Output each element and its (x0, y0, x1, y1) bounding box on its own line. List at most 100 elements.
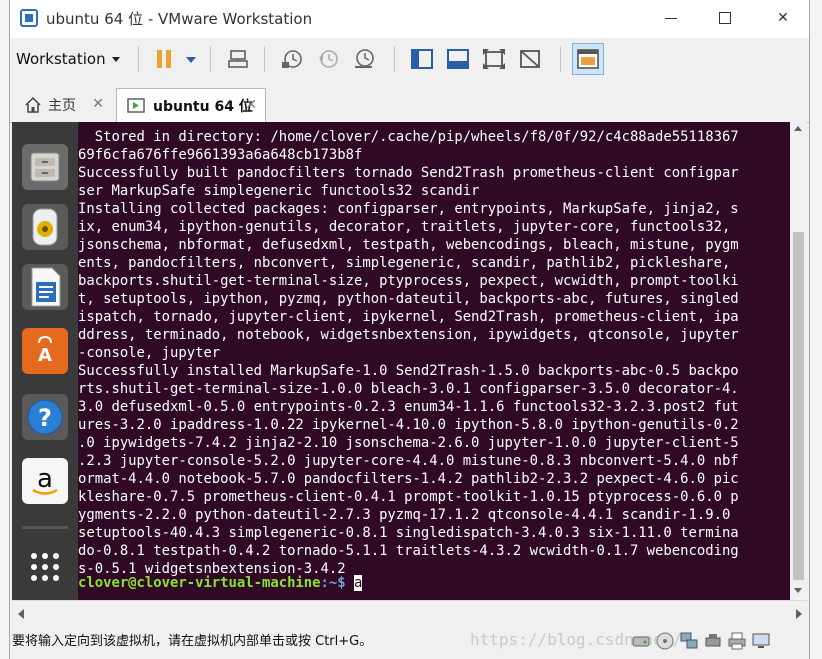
terminal-line: ures-3.2.0 ipaddress-1.0.22 ipykernel-4.… (78, 417, 739, 433)
terminal-line: ddress, terminado, notebook, widgetsnbex… (78, 327, 739, 343)
network-adapter-icon[interactable] (680, 632, 698, 650)
close-button[interactable]: ✕ (760, 0, 806, 36)
terminal-line: ents, pandocfilters, nbconvert, simplege… (78, 255, 739, 271)
toolbar-divider (138, 46, 139, 72)
maximize-icon (719, 12, 731, 24)
title-bar[interactable]: ubuntu 64 位 - VMware Workstation ✕ (10, 0, 809, 38)
vmware-app-icon (20, 9, 38, 27)
dropdown-caret-icon (111, 56, 120, 62)
toolbar-divider (394, 46, 395, 72)
terminal-line: setuptools-40.4.3 simplegeneric-0.8.1 si… (78, 525, 739, 541)
terminal-line: ix, enum34, ipython-genutils, decorator,… (78, 219, 739, 235)
terminal-line: .2.3 jupyter-console-5.2.0 jupyter-core-… (78, 453, 739, 469)
terminal-line: -console, jupyter (78, 345, 221, 361)
amazon-icon[interactable]: a (22, 458, 68, 504)
tab-home[interactable]: 主页 ✕ (14, 88, 112, 122)
toolbar-divider (560, 46, 561, 72)
keyboard-network-icon (228, 50, 248, 68)
pause-vm-button[interactable] (150, 46, 178, 72)
vm-running-icon (127, 97, 145, 113)
rhythmbox-icon[interactable] (22, 204, 68, 250)
ubuntu-launcher: A ? a (12, 122, 78, 600)
launcher-divider (22, 526, 68, 539)
hard-disk-icon[interactable] (632, 632, 650, 650)
files-icon[interactable] (22, 144, 68, 190)
fullscreen-icon (483, 49, 505, 69)
terminal-line: Successfully installed MarkupSafe-1.0 Se… (78, 363, 739, 379)
revert-snapshot-button[interactable] (314, 46, 342, 72)
cd-dvd-icon[interactable] (656, 632, 674, 650)
scroll-left-icon[interactable] (18, 609, 24, 619)
close-tab-icon[interactable]: ✕ (92, 96, 104, 112)
terminal-output: Stored in directory: /home/clover/.cache… (78, 128, 790, 578)
snapshot-manager-icon (355, 49, 374, 68)
home-icon (25, 96, 41, 113)
tab-bar: 主页 ✕ ubuntu 64 位 ✕ (10, 80, 809, 123)
window-title: ubuntu 64 位 - VMware Workstation (46, 10, 313, 28)
revert-clock-icon (319, 50, 338, 68)
terminal-line: jsonschema, nbformat, defusedxml, testpa… (78, 237, 739, 253)
thumbnail-bar-icon (447, 49, 469, 69)
software-center-icon[interactable]: A (22, 328, 68, 374)
console-view-button[interactable] (572, 43, 604, 75)
scroll-down-icon[interactable] (794, 588, 802, 593)
workstation-menu[interactable]: Workstation (16, 46, 120, 72)
terminal-line: Successfully built pandocfilters tornado… (78, 165, 739, 181)
scrollbar-thumb[interactable] (793, 232, 804, 580)
send-ctrl-alt-del-button[interactable] (224, 46, 252, 72)
quick-switch-button[interactable] (444, 46, 472, 72)
close-tab-icon[interactable]: ✕ (245, 97, 257, 113)
show-library-button[interactable] (408, 46, 436, 72)
library-panel-icon (411, 49, 433, 69)
status-bar: 要将输入定向到该虚拟机，请在虚拟机内部单击或按 Ctrl+G。 https://… (10, 626, 809, 659)
watermark-url: https://blog.csdn.net/ (470, 630, 682, 649)
minimize-icon (665, 17, 677, 19)
svg-text:?: ? (38, 404, 52, 432)
horizontal-scrollbar[interactable] (12, 600, 807, 627)
prompt-user: clover@clover-virtual-machine (78, 575, 321, 591)
terminal-prompt-line[interactable]: clover@clover-virtual-machine:~$ a (78, 574, 363, 592)
terminal-cursor: a (353, 575, 363, 591)
vertical-scrollbar[interactable] (790, 122, 807, 600)
terminal-line: Stored in directory: /home/clover/.cache… (78, 129, 739, 145)
vm-display[interactable]: A ? a Stored in directory: /home/clover/… (12, 122, 807, 600)
app-grid-icon[interactable] (22, 544, 68, 590)
display-icon[interactable] (752, 632, 770, 650)
terminal-line: kleshare-0.7.5 prometheus-client-0.4.1 p… (78, 489, 739, 505)
snapshot-manager-button[interactable] (350, 46, 378, 72)
pause-icon (157, 50, 162, 68)
help-icon[interactable]: ? (22, 394, 68, 440)
terminal-line: rts.shutil-get-terminal-size-1.0.0 bleac… (78, 381, 739, 397)
console-view-icon (577, 49, 599, 69)
terminal-line: ygments-2.2.0 python-dateutil-2.7.3 pyzm… (78, 507, 739, 523)
scroll-up-icon[interactable] (794, 126, 802, 131)
printer-icon[interactable] (728, 632, 746, 650)
toolbar-divider (210, 46, 211, 72)
svg-text:A: A (38, 345, 52, 366)
tab-ubuntu-vm[interactable]: ubuntu 64 位 ✕ (116, 88, 266, 122)
power-dropdown-icon[interactable] (186, 57, 196, 63)
terminal-line: t, setuptools, ipython, pyzmq, python-da… (78, 291, 739, 307)
vmware-window: ubuntu 64 位 - VMware Workstation ✕ Works… (9, 0, 810, 659)
toolbar: Workstation (10, 38, 809, 80)
maximize-button[interactable] (702, 0, 748, 36)
status-text: 要将输入定向到该虚拟机，请在虚拟机内部单击或按 Ctrl+G。 (12, 634, 373, 649)
workstation-menu-label: Workstation (16, 50, 106, 68)
snapshot-clock-icon (282, 50, 302, 68)
scroll-right-icon[interactable] (796, 609, 802, 619)
background-window-right (808, 0, 822, 659)
terminal-line: 69f6cfa676ffe9661393a6a648cb173b8f (78, 147, 363, 163)
terminal-line: ispatch, tornado, jupyter-client, ipyker… (78, 309, 739, 325)
minimize-button[interactable] (648, 0, 694, 36)
terminal-line: Installing collected packages: configpar… (78, 201, 739, 217)
terminal-line: .0 ipywidgets-7.4.2 jinja2-2.10 jsonsche… (78, 435, 739, 451)
snapshot-button[interactable] (278, 46, 306, 72)
tab-label: 主页 (48, 98, 76, 114)
unity-mode-button[interactable] (516, 46, 544, 72)
terminal-line: ormat-4.4.0 notebook-5.7.0 pandocfilters… (78, 471, 739, 487)
full-screen-button[interactable] (480, 46, 508, 72)
terminal-line: ser MarkupSafe simplegeneric functools32… (78, 183, 480, 199)
terminal-line: 3.0 defusedxml-0.5.0 entrypoints-0.2.3 e… (78, 399, 739, 415)
usb-device-icon[interactable] (704, 632, 722, 650)
libreoffice-writer-icon[interactable] (22, 264, 68, 310)
